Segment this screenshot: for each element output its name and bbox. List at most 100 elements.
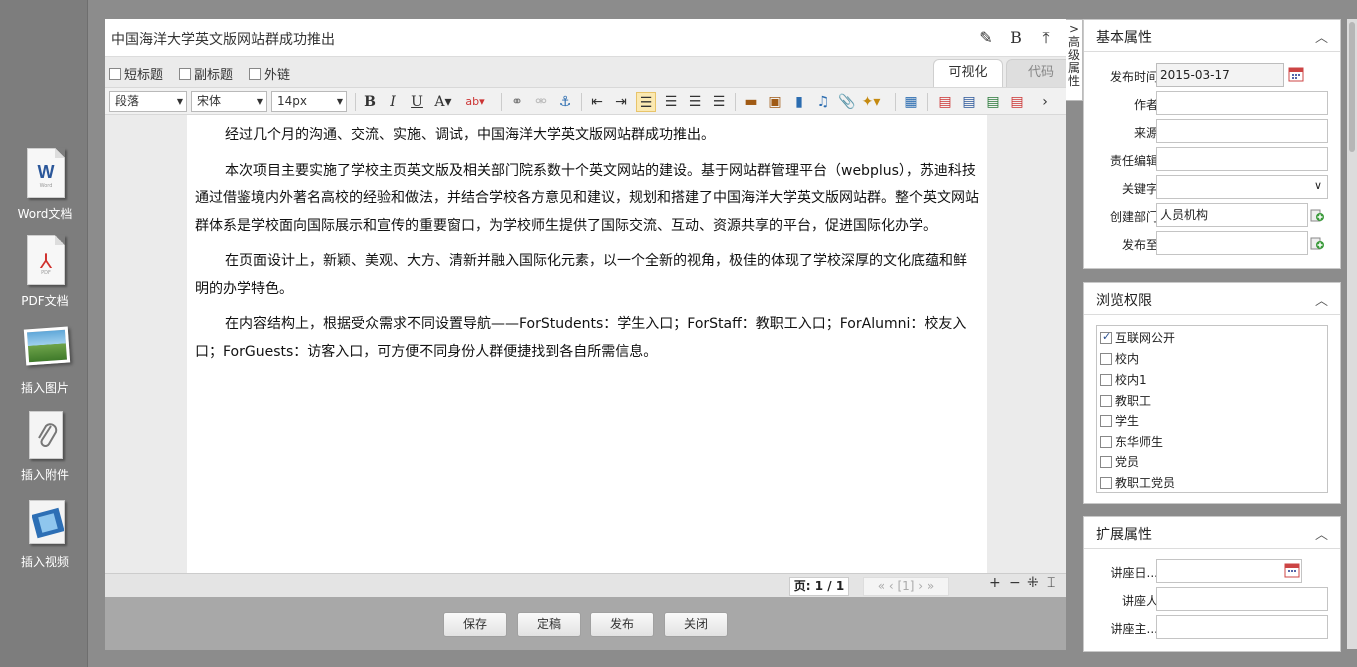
- title-color-pen-icon[interactable]: ✎: [976, 27, 996, 49]
- formatting-toolbar: 段落 ▼ 宋体 ▼ 14px ▼ B I U A▾ ab▾ ⚭ ⚮ ⚓ ⇤ ⇥ ☰ ☰…: [105, 87, 1066, 115]
- image-gallery-icon[interactable]: ▣: [765, 92, 785, 112]
- author-input[interactable]: [1156, 91, 1328, 115]
- word-document-button[interactable]: W Word Word文档: [6, 148, 84, 222]
- permission-item[interactable]: 党员: [1100, 453, 1139, 470]
- checkbox-icon[interactable]: [1100, 455, 1112, 468]
- publish-time-input[interactable]: 2015-03-17 10:06:11: [1156, 63, 1284, 104]
- title-bold-icon[interactable]: B: [1006, 27, 1026, 49]
- lecture-topic-row: 讲座主...:: [1084, 615, 1340, 640]
- ppt-import-icon[interactable]: ▤: [1007, 92, 1027, 112]
- add-publish-target-icon[interactable]: [1310, 236, 1324, 250]
- finalize-button[interactable]: 定稿: [517, 612, 581, 637]
- calendar-icon[interactable]: [1288, 66, 1304, 82]
- pdf-import-icon[interactable]: ▤: [935, 92, 955, 112]
- word-import-icon[interactable]: ▤: [959, 92, 979, 112]
- paragraph[interactable]: 在页面设计上，新颖、美观、大方、清新并融入国际化元素，以一个全新的视角，极佳的体…: [195, 248, 979, 303]
- chevron-down-icon[interactable]: ∨: [1314, 179, 1322, 192]
- external-link-option[interactable]: 外链: [249, 64, 290, 83]
- attachment-toolbar-icon[interactable]: 📎: [837, 92, 857, 112]
- align-center-icon[interactable]: ☰: [661, 92, 681, 112]
- checkbox-icon[interactable]: [249, 67, 261, 80]
- paragraph[interactable]: 在内容结构上，根据受众需求不同设置导航——ForStudents：学生入口；Fo…: [195, 311, 979, 366]
- collapse-chevron-icon[interactable]: ︿: [1315, 524, 1328, 543]
- fit-page-icon[interactable]: ⌶: [1047, 575, 1055, 591]
- checkbox-icon[interactable]: [1100, 435, 1112, 448]
- collapse-chevron-icon[interactable]: ︿: [1315, 27, 1328, 46]
- content-scroll-area: 经过几个月的沟通、交流、实施、调试，中国海洋大学英文版网站群成功推出。 本次项目…: [105, 115, 1066, 573]
- short-title-option[interactable]: 短标题: [109, 64, 163, 83]
- align-left-icon[interactable]: ☰: [636, 92, 656, 112]
- lecturer-input[interactable]: [1156, 587, 1328, 611]
- checkbox-icon[interactable]: [1100, 394, 1112, 407]
- paragraph-select[interactable]: 段落 ▼: [109, 91, 187, 112]
- tab-visual[interactable]: 可视化: [933, 59, 1003, 87]
- bold-icon[interactable]: B: [360, 92, 380, 112]
- outdent-icon[interactable]: ⇤: [587, 92, 607, 112]
- underline-icon[interactable]: U: [407, 92, 427, 112]
- department-input[interactable]: 人员机构: [1156, 203, 1308, 227]
- italic-icon[interactable]: I: [383, 92, 403, 112]
- anchor-icon[interactable]: ⚓: [555, 92, 575, 112]
- audio-icon[interactable]: ♫: [813, 92, 833, 112]
- permission-item[interactable]: 东华师生: [1100, 433, 1163, 450]
- permission-item[interactable]: 校内: [1100, 350, 1139, 367]
- font-color-icon[interactable]: A▾: [433, 92, 453, 112]
- save-button[interactable]: 保存: [443, 612, 507, 637]
- excel-import-icon[interactable]: ▤: [983, 92, 1003, 112]
- lecture-topic-input[interactable]: [1156, 615, 1328, 639]
- editor-status-bar: 页: 1 / 1 « ‹ [1] › » + − ⁜ ⌶: [105, 573, 1066, 597]
- source-input[interactable]: [1156, 119, 1328, 143]
- insert-video-button[interactable]: 插入视频: [6, 496, 84, 570]
- advanced-properties-toggle[interactable]: > 高级属性: [1066, 19, 1083, 101]
- page-navigation[interactable]: « ‹ [1] › »: [863, 577, 949, 596]
- unlink-icon[interactable]: ⚮: [531, 92, 551, 112]
- remove-page-icon[interactable]: −: [1009, 575, 1021, 591]
- table-icon[interactable]: ▦: [901, 92, 921, 112]
- keywords-select[interactable]: [1156, 175, 1328, 199]
- close-button[interactable]: 关闭: [664, 612, 728, 637]
- permission-item[interactable]: 互联网公开: [1100, 329, 1175, 346]
- pin-top-icon[interactable]: ⤒: [1036, 27, 1056, 49]
- font-select[interactable]: 宋体 ▼: [191, 91, 267, 112]
- more-tools-chevron-icon[interactable]: ›: [1035, 92, 1055, 112]
- checkbox-icon[interactable]: [1100, 373, 1112, 386]
- permission-item[interactable]: 学生: [1100, 412, 1139, 429]
- pdf-document-button[interactable]: ⅄ PDF PDF文档: [6, 235, 84, 309]
- subtitle-option[interactable]: 副标题: [179, 64, 233, 83]
- checkbox-icon[interactable]: [1100, 352, 1112, 365]
- checkbox-icon[interactable]: [179, 67, 191, 80]
- insert-image-button[interactable]: 插入图片: [6, 322, 84, 396]
- paragraph[interactable]: 经过几个月的沟通、交流、实施、调试，中国海洋大学英文版网站群成功推出。: [195, 122, 979, 150]
- split-page-icon[interactable]: ⁜: [1027, 575, 1039, 591]
- insert-attachment-button[interactable]: 插入附件: [6, 409, 84, 483]
- add-page-icon[interactable]: +: [989, 575, 1001, 591]
- font-size-select[interactable]: 14px ▼: [271, 91, 347, 112]
- highlight-icon[interactable]: ab▾: [465, 92, 485, 112]
- editor-in-charge-input[interactable]: [1156, 147, 1328, 171]
- scrollbar-thumb[interactable]: [1349, 22, 1355, 152]
- insert-image-toolbar-icon[interactable]: ▬: [741, 92, 761, 112]
- title-input[interactable]: 中国海洋大学英文版网站群成功推出: [111, 29, 335, 49]
- add-department-icon[interactable]: [1310, 208, 1324, 222]
- checkbox-icon[interactable]: [1100, 414, 1112, 427]
- permission-item[interactable]: 教职工党员: [1100, 474, 1175, 491]
- lecture-date-input[interactable]: [1156, 559, 1302, 583]
- indent-icon[interactable]: ⇥: [611, 92, 631, 112]
- align-right-icon[interactable]: ☰: [685, 92, 705, 112]
- permission-item[interactable]: 教职工: [1100, 392, 1151, 409]
- permission-item[interactable]: 校内1: [1100, 371, 1147, 388]
- video-toolbar-icon[interactable]: ▮: [789, 92, 809, 112]
- align-justify-icon[interactable]: ☰: [709, 92, 729, 112]
- checkbox-icon[interactable]: [1100, 476, 1112, 489]
- publish-button[interactable]: 发布: [590, 612, 654, 637]
- link-icon[interactable]: ⚭: [507, 92, 527, 112]
- magic-wand-icon[interactable]: ✦▾: [861, 92, 881, 112]
- page-indicator: 页: 1 / 1: [789, 577, 849, 596]
- publish-to-input[interactable]: [1156, 231, 1308, 255]
- paragraph[interactable]: 本次项目主要实施了学校主页英文版及相关部门院系数十个英文网站的建设。基于网站群管…: [195, 158, 979, 241]
- checkbox-icon[interactable]: [109, 67, 121, 80]
- checkbox-icon[interactable]: [1100, 330, 1112, 344]
- collapse-chevron-icon[interactable]: ︿: [1315, 290, 1328, 309]
- calendar-icon[interactable]: [1284, 562, 1300, 578]
- editable-page[interactable]: 经过几个月的沟通、交流、实施、调试，中国海洋大学英文版网站群成功推出。 本次项目…: [187, 115, 987, 573]
